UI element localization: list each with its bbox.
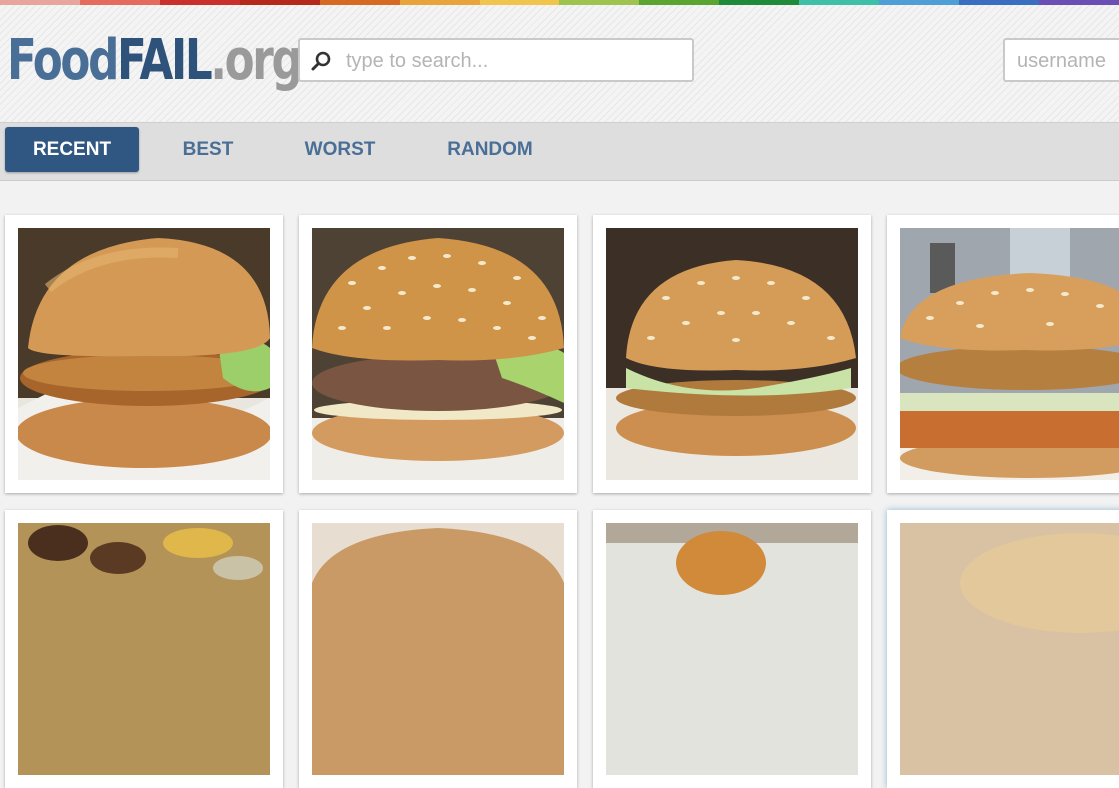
logo-food-text: Food — [7, 28, 119, 93]
main-nav: RECENT BEST WORST RANDOM — [0, 123, 1119, 181]
post-card[interactable] — [5, 215, 283, 493]
site-logo[interactable]: FoodFAIL.org — [7, 21, 303, 101]
chicken-nugget-photo[interactable] — [606, 523, 858, 775]
double-decker-burger-photo[interactable] — [900, 228, 1119, 480]
site-header: FoodFAIL.org — [0, 5, 1119, 123]
fried-chicken-sandwich-photo[interactable] — [18, 228, 270, 480]
sesame-chicken-burger-photo[interactable] — [606, 228, 858, 480]
sesame-hamburger-photo[interactable] — [312, 228, 564, 480]
logo-fail-text: FAIL — [116, 28, 213, 93]
tab-recent[interactable]: RECENT — [5, 127, 139, 172]
post-card[interactable] — [593, 215, 871, 493]
post-card[interactable] — [887, 215, 1119, 493]
post-card[interactable] — [5, 510, 283, 788]
search-box[interactable] — [298, 38, 694, 82]
burger-bun-photo[interactable] — [312, 523, 564, 775]
post-card[interactable] — [593, 510, 871, 788]
post-card[interactable] — [299, 510, 577, 788]
username-input[interactable] — [1015, 46, 1119, 76]
search-input[interactable] — [344, 46, 688, 76]
search-icon — [310, 50, 332, 72]
tab-best[interactable]: BEST — [160, 127, 256, 172]
loaded-nachos-photo[interactable] — [18, 523, 270, 775]
tab-worst[interactable]: WORST — [290, 127, 390, 172]
logo-org-text: .org — [210, 28, 302, 93]
username-box[interactable] — [1003, 38, 1119, 82]
bun-closeup-photo[interactable] — [900, 523, 1119, 775]
post-card[interactable] — [887, 510, 1119, 788]
post-card[interactable] — [299, 215, 577, 493]
tab-random[interactable]: RANDOM — [430, 127, 550, 172]
